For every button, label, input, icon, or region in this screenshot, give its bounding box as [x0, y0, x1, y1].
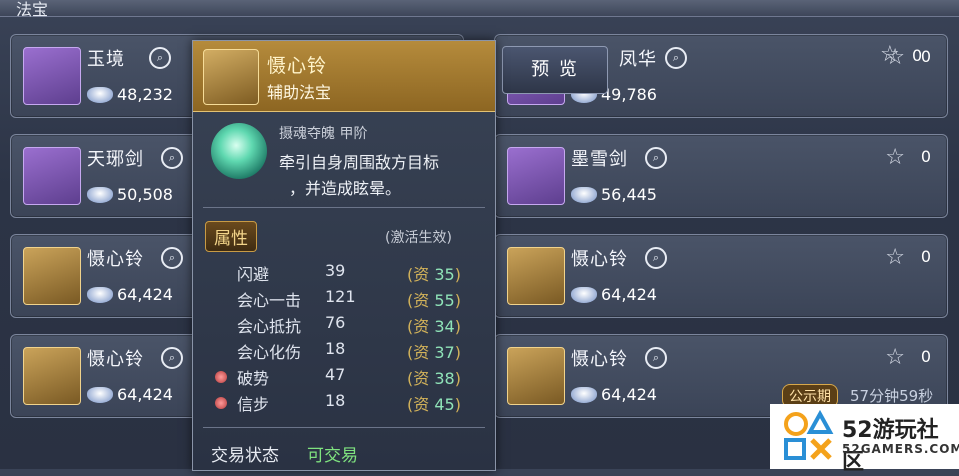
tooltip-header: 慑心铃 辅助法宝 [193, 41, 495, 112]
bell-icon [507, 347, 565, 405]
favorite-star-icon[interactable]: ☆ [885, 245, 905, 270]
inspect-icon[interactable]: ⌕ [645, 147, 667, 169]
attributes-note: (激活生效) [385, 230, 452, 246]
divider [203, 427, 485, 428]
attribute-row: 破势 47 (资 38) [193, 365, 495, 391]
bell-icon [23, 347, 81, 405]
item-price: 48,232 [117, 85, 173, 104]
attribute-row: 闪避 39 (资 35) [193, 261, 495, 287]
tooltip-item-name: 慑心铃 [267, 55, 328, 77]
inspect-icon[interactable]: ⌕ [645, 347, 667, 369]
item-card-6[interactable]: 慑心铃 ⌕ 64,424 ☆ 0 [494, 234, 948, 318]
tooltip-item-type: 辅助法宝 [267, 83, 332, 102]
attribute-label: 破势 [237, 369, 270, 388]
item-card-4[interactable]: 墨雪剑 ⌕ 56,445 ☆ 0 [494, 134, 948, 218]
attribute-row: 会心抵抗 76 (资 34) [193, 313, 495, 339]
favorite-count: 0 [912, 46, 923, 65]
trade-status-value: 可交易 [307, 446, 358, 466]
item-price: 64,424 [117, 385, 173, 404]
special-attribute-icon [215, 397, 227, 409]
bell-icon [203, 49, 259, 105]
item-name: 凤华 [619, 49, 657, 70]
public-period-timer: 57分钟59秒 [850, 387, 934, 405]
item-name: 天琊剑 [87, 149, 144, 170]
watermark-domain: 52GAMERS.COM [842, 442, 959, 456]
inspect-icon[interactable]: ⌕ [161, 347, 183, 369]
item-name: 墨雪剑 [571, 149, 628, 170]
skill-description-line-2: ，并造成眩晕。 [289, 179, 402, 198]
inspect-icon[interactable]: ⌕ [645, 247, 667, 269]
attribute-row: 会心化伤 18 (资 37) [193, 339, 495, 365]
site-watermark: 52游玩社区 52GAMERS.COM [770, 404, 959, 475]
inspect-icon[interactable]: ⌕ [161, 247, 183, 269]
attribute-quality: (资 35) [407, 265, 461, 284]
silver-ingot-icon [87, 387, 113, 403]
item-tooltip: 慑心铃 辅助法宝 摄魂夺魄 甲阶 牵引自身周围敌方目标 ，并造成眩晕。 属性 (… [192, 40, 496, 471]
favorite-count: 0 [920, 147, 931, 166]
attribute-value: 47 [325, 365, 346, 384]
item-name: 慑心铃 [571, 249, 628, 270]
attribute-quality: (资 34) [407, 317, 461, 336]
preview-button[interactable]: 预 览 [502, 46, 608, 94]
silver-ingot-icon [571, 187, 597, 203]
item-name: 慑心铃 [571, 349, 628, 370]
item-price: 56,445 [601, 185, 657, 204]
attribute-value: 18 [325, 391, 346, 410]
silver-ingot-icon [87, 187, 113, 203]
favorite-count: 0 [920, 47, 931, 66]
skill-orb-icon [211, 123, 267, 179]
silver-ingot-icon [87, 87, 113, 103]
page-title: 法宝 [16, 0, 49, 19]
attribute-quality: (资 55) [407, 291, 461, 310]
attribute-value: 18 [325, 339, 346, 358]
favorite-star-icon[interactable]: ☆ [880, 42, 900, 67]
attribute-value: 76 [325, 313, 346, 332]
item-price: 49,786 [601, 85, 657, 104]
silver-ingot-icon [571, 287, 597, 303]
attribute-quality: (资 38) [407, 369, 461, 388]
item-name: 玉境 [87, 49, 125, 70]
jade-mirror-icon [23, 47, 81, 105]
favorite-count: 0 [920, 347, 931, 366]
top-bar: 法宝 [0, 0, 959, 19]
attribute-value: 121 [325, 287, 356, 306]
bell-icon [507, 247, 565, 305]
attribute-label: 会心抵抗 [237, 317, 302, 336]
favorite-star-icon[interactable]: ☆ [885, 345, 905, 370]
inspect-icon[interactable]: ⌕ [161, 147, 183, 169]
skill-description-line-1: 牵引自身周围敌方目标 [279, 153, 440, 172]
item-price: 64,424 [117, 285, 173, 304]
item-name: 慑心铃 [87, 349, 144, 370]
attribute-quality: (资 45) [407, 395, 461, 414]
sword-icon [507, 147, 565, 205]
attribute-label: 会心化伤 [237, 343, 302, 362]
bell-icon [23, 247, 81, 305]
item-name: 慑心铃 [87, 249, 144, 270]
attribute-quality: (资 37) [407, 343, 461, 362]
attribute-label: 信步 [237, 395, 270, 414]
attributes-tag: 属性 [205, 221, 257, 252]
skill-title: 摄魂夺魄 甲阶 [279, 126, 368, 142]
special-attribute-icon [215, 371, 227, 383]
attribute-label: 会心一击 [237, 291, 302, 310]
inspect-icon[interactable]: ⌕ [149, 47, 171, 69]
divider [203, 207, 485, 208]
favorite-count: 0 [920, 247, 931, 266]
silver-ingot-icon [571, 387, 597, 403]
trade-status-label: 交易状态 [211, 446, 279, 466]
favorite-star-icon[interactable]: ☆ [885, 145, 905, 170]
item-price: 64,424 [601, 285, 657, 304]
sword-icon [23, 147, 81, 205]
attribute-row: 信步 18 (资 45) [193, 391, 495, 417]
attribute-value: 39 [325, 261, 346, 280]
attribute-row: 会心一击 121 (资 55) [193, 287, 495, 313]
item-price: 50,508 [117, 185, 173, 204]
site-logo-icon [784, 410, 834, 460]
inspect-icon[interactable]: ⌕ [665, 47, 687, 69]
silver-ingot-icon [87, 287, 113, 303]
item-price: 64,424 [601, 385, 657, 404]
attribute-label: 闪避 [237, 265, 270, 284]
